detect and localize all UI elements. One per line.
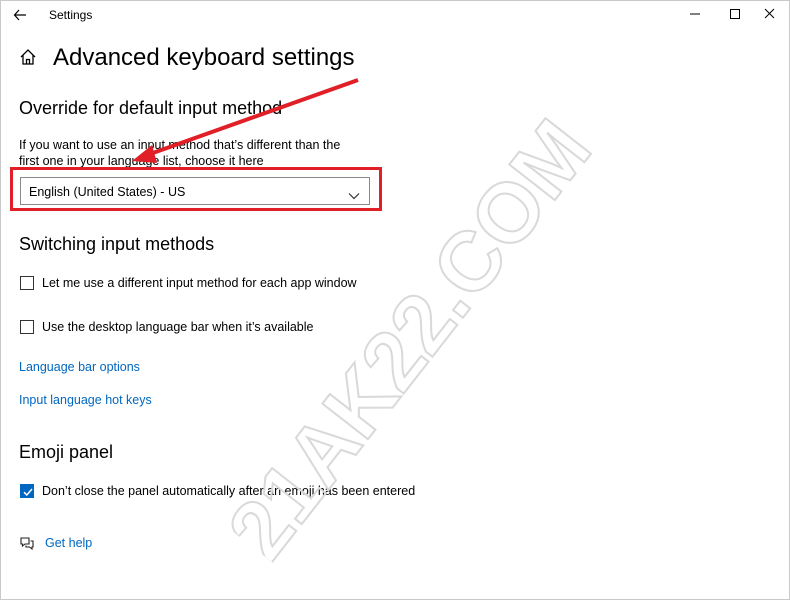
home-icon[interactable] xyxy=(18,47,38,67)
page-title: Advanced keyboard settings xyxy=(53,44,355,71)
checkbox-label: Use the desktop language bar when it’s a… xyxy=(42,320,314,334)
checkbox[interactable] xyxy=(20,320,34,334)
checkbox-checked[interactable] xyxy=(20,484,34,498)
minimize-icon[interactable] xyxy=(678,3,712,25)
maximize-icon[interactable] xyxy=(718,3,752,25)
input-language-hot-keys-link[interactable]: Input language hot keys xyxy=(19,393,152,407)
override-description: If you want to use an input method that’… xyxy=(19,137,379,169)
close-icon[interactable] xyxy=(752,3,786,25)
back-arrow-icon[interactable] xyxy=(10,5,32,25)
override-description-line1: If you want to use an input method that’… xyxy=(19,138,341,152)
window-title: Settings xyxy=(49,8,93,22)
language-bar-options-link[interactable]: Language bar options xyxy=(19,360,140,374)
get-help-link[interactable]: Get help xyxy=(45,536,92,550)
title-bar: Settings xyxy=(0,0,790,30)
chat-help-icon xyxy=(19,535,35,551)
emoji-heading: Emoji panel xyxy=(19,442,114,462)
annotation-highlight-box xyxy=(10,167,382,211)
switching-heading: Switching input methods xyxy=(19,234,215,254)
override-heading: Override for default input method xyxy=(19,98,283,118)
checkbox-label: Let me use a different input method for … xyxy=(42,276,357,290)
checkbox[interactable] xyxy=(20,276,34,290)
